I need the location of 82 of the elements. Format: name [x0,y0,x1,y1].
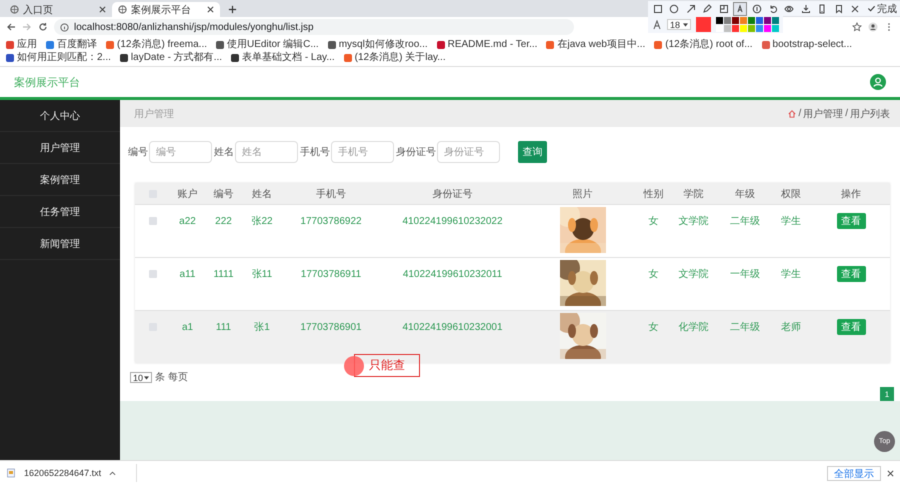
column-header: 性别 [644,188,664,200]
column-header: 身份证号 [432,188,472,200]
page-button[interactable]: 1 [880,387,894,401]
column-header: 手机号 [316,188,346,200]
table-cell-text: 二年级 [730,215,760,228]
sidebar-item[interactable]: 案例管理 [0,164,120,196]
column-header: 账户 [178,188,198,200]
table-cell-text: 学生 [781,214,801,228]
table-cell: 17703786922 [300,216,362,226]
table-cell-text: 女 [648,268,658,281]
field-label: 姓名 [214,146,234,159]
search-button[interactable]: 查询 [518,141,547,163]
table-cell-text: 文学院 [678,268,708,281]
table-cell: 111 [216,322,232,332]
table-cell-text: 张1 [254,320,270,334]
table-cell: 410224199610232022 [402,216,503,226]
browser-tab[interactable]: 案例展示平台 [112,2,220,17]
bookmark[interactable]: 应用 [6,39,37,51]
field-label: 手机号 [300,146,330,159]
table-cell-text: 女 [648,321,658,334]
page-size-label: 条 每页 [155,372,188,383]
bookmark[interactable]: 如何用正则匹配：2... [6,52,111,64]
bookmark[interactable]: (12条消息) 关于lay... [344,52,446,64]
show-all-button[interactable]: 全部显示 [827,466,881,480]
page-heading: 用户管理 [134,108,174,120]
column-header: 权限 [781,188,801,200]
table-cell-text: 女 [648,215,658,228]
table-cell-text: 老师 [781,320,801,334]
table-cell-text: 张22 [251,214,273,228]
column-header: 照片 [572,188,592,200]
font-size-select[interactable]: 18 [667,19,691,30]
search-field[interactable]: 身份证号 [437,141,500,163]
download-file-name[interactable]: 1620652284647.txt [24,468,102,478]
done-button[interactable]: 完成 [867,2,898,16]
column-header: 学院 [684,188,704,200]
table-cell-text: 学生 [781,268,801,281]
search-field[interactable]: 姓名 [235,141,298,163]
breadcrumb-separator: / [845,108,848,119]
column-header: 年级 [735,188,755,200]
column-header: 姓名 [252,188,272,200]
field-label: 编号 [128,146,148,159]
table-cell: 410224199610232011 [402,268,502,280]
table-cell-text: 化学院 [678,320,708,334]
table-cell: 1111 [213,268,234,280]
column-header: 编号 [214,188,234,200]
table-cell: 222 [215,216,232,226]
bookmark[interactable]: 表单基础文档 - Lay... [231,52,335,64]
address-field[interactable]: localhost:8080/anlizhanshi/jsp/modules/yonghu/list.jsp [54,19,574,35]
sidebar-item[interactable]: 新闻管理 [0,228,120,260]
app-title: 案例展示平台 [14,76,80,90]
bookmark[interactable]: README.md - Ter... [436,39,538,51]
table-cell: 17703786911 [300,268,362,280]
search-field[interactable]: 手机号 [331,141,394,163]
table-cell-text: 张11 [252,268,272,281]
breadcrumb-link[interactable]: 用户管理 [803,106,844,120]
browser-tab[interactable]: 入口页 [4,2,112,17]
breadcrumb-separator: / [798,108,802,119]
sidebar-item[interactable]: 任务管理 [0,196,120,228]
table-cell-text: 二年级 [730,321,760,334]
bookmark[interactable]: 使用UEditor 编辑C... [216,39,319,51]
field-label: 身份证号 [396,146,436,159]
sidebar-item[interactable]: 用户管理 [0,132,120,164]
breadcrumb-link[interactable]: 用户列表 [850,106,890,120]
bookmark[interactable]: layDate - 方式都有... [120,52,222,64]
column-header: 操作 [841,188,861,200]
page-size-select[interactable]: 10 [130,372,152,383]
bookmark[interactable]: 百度翻译 [46,39,97,51]
table-cell: 410224199610232001 [402,322,503,332]
table-cell: 17703786901 [300,322,362,332]
table-cell: a11 [180,268,196,280]
table-cell: a22 [179,216,196,226]
bookmark[interactable]: mysql如何修改roo... [328,39,428,51]
table-row[interactable]: a22 222 张22 17703786922 410224199610232022 女 文学院 二年级 学生 查看 [135,204,890,257]
table-cell: a1 [182,322,194,332]
table-cell-text: 文学院 [678,214,708,228]
annotation-text[interactable]: 只能查 [354,354,420,377]
table-cell-text: 一年级 [730,268,760,281]
bookmark[interactable]: 在java web项目中... [546,39,646,51]
bookmark[interactable]: (12条消息) freema... [106,39,208,51]
bookmark[interactable]: (12条消息) root of... [654,39,753,51]
search-field[interactable]: 编号 [149,141,212,163]
bookmark[interactable]: bootstrap-select... [762,39,852,51]
